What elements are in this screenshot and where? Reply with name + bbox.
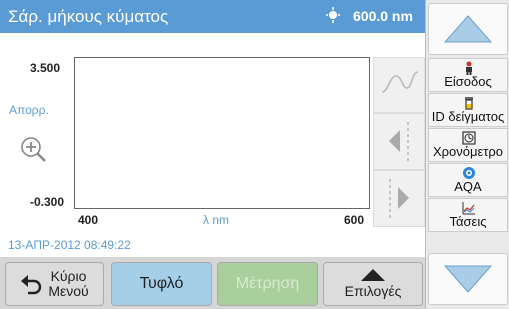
curve-icon xyxy=(381,71,419,93)
trends-label: Τάσεις xyxy=(449,214,487,229)
login-label: Είσοδος xyxy=(444,74,492,89)
trend-chart-icon xyxy=(462,202,475,215)
page-title: Σάρ. μήκους κύματος xyxy=(8,7,169,26)
blank-label: Τυφλό xyxy=(139,275,184,292)
cursor-right-button[interactable] xyxy=(373,170,425,227)
x-axis-label: λ nm xyxy=(203,213,230,227)
aqa-button[interactable]: AQA xyxy=(428,163,508,197)
user-icon xyxy=(466,61,472,75)
plot-area xyxy=(74,57,370,209)
chart-area: 3.500 Απορρ. -0.300 400 λ nm 600 13-ΑΠΡ-… xyxy=(0,33,425,257)
curve-view-button[interactable] xyxy=(373,57,425,113)
timer-label: Χρονόμετρο xyxy=(432,144,504,159)
back-arrow-icon xyxy=(21,275,42,295)
x-tick-min: 400 xyxy=(78,213,99,227)
sample-vial-icon xyxy=(465,97,473,110)
options-button[interactable]: Επιλογές xyxy=(323,262,423,306)
scroll-down-button[interactable] xyxy=(428,253,508,305)
aqa-label: AQA xyxy=(454,179,482,194)
blank-button[interactable]: Τυφλό xyxy=(111,262,212,306)
y-tick-min: -0.300 xyxy=(30,195,65,209)
measure-label: Μέτρηση xyxy=(235,275,300,292)
cursor-left-button[interactable] xyxy=(373,113,425,170)
title-bar: Σάρ. μήκους κύματος 600.0 nm xyxy=(0,0,425,33)
measure-button: Μέτρηση xyxy=(217,262,318,306)
triangle-up-icon xyxy=(361,269,385,281)
login-button[interactable]: Είσοδος xyxy=(428,58,508,92)
scroll-up-icon xyxy=(443,15,493,43)
y-tick-max: 3.500 xyxy=(30,61,61,75)
main-menu-label: Κύριο Μενού xyxy=(48,268,89,299)
right-panel: Είσοδος ID δείγματος Χρονόμετρο AQA Τάσε… xyxy=(425,0,509,309)
bottom-bar: Κύριο Μενού Τυφλό Μέτρηση Επιλογές xyxy=(0,257,425,309)
timestamp: 13-ΑΠΡ-2012 08:49:22 xyxy=(8,238,131,252)
sample-id-button[interactable]: ID δείγματος xyxy=(428,93,508,127)
sample-id-label: ID δείγματος xyxy=(431,109,505,124)
main-menu-button[interactable]: Κύριο Μενού xyxy=(5,262,104,306)
scroll-down-icon xyxy=(443,265,493,293)
zoom-in-icon[interactable] xyxy=(20,136,48,164)
wavelength-readout: 600.0 nm xyxy=(353,8,413,24)
triangle-right-icon xyxy=(389,179,409,219)
timer-button[interactable]: Χρονόμετρο xyxy=(428,128,508,162)
aqa-icon xyxy=(463,167,475,179)
options-label: Επιλογές xyxy=(344,283,402,299)
triangle-left-icon xyxy=(389,122,409,162)
timer-icon xyxy=(462,131,476,145)
trends-button[interactable]: Τάσεις xyxy=(428,198,508,232)
scroll-up-button[interactable] xyxy=(428,3,508,55)
chart-side-controls xyxy=(373,57,425,227)
lamp-icon xyxy=(326,7,340,23)
x-tick-max: 600 xyxy=(344,213,365,227)
y-axis-label: Απορρ. xyxy=(9,103,49,117)
